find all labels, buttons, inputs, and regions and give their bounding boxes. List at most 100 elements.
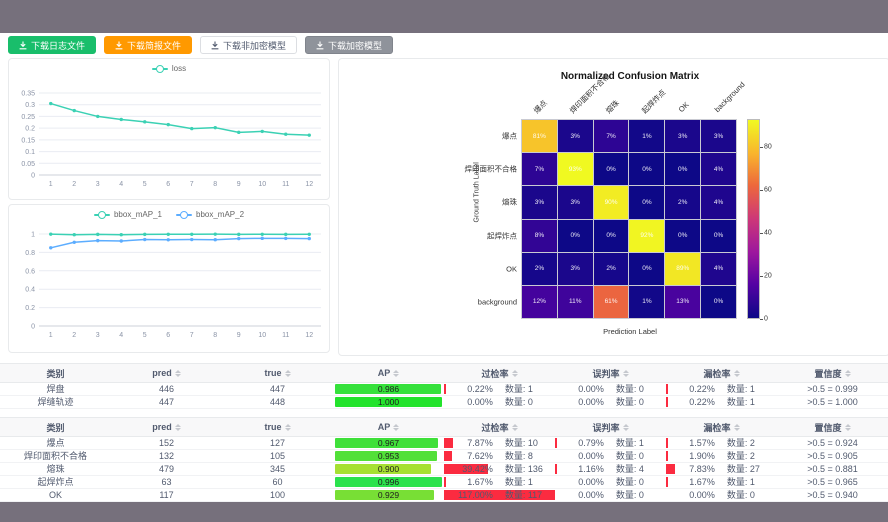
- svg-text:0.15: 0.15: [21, 137, 35, 144]
- cell-true: 345: [222, 463, 333, 475]
- svg-text:9: 9: [237, 181, 241, 188]
- svg-text:0.2: 0.2: [25, 126, 35, 133]
- sort-caret-icon[interactable]: [512, 370, 518, 377]
- matrix-cell: 0%: [665, 220, 700, 252]
- cell-true: 60: [222, 476, 333, 488]
- matrix-cell: 3%: [558, 253, 593, 285]
- column-header-过检率[interactable]: 过检率: [444, 418, 555, 436]
- line-series-icon: [152, 65, 168, 73]
- cell-ap: 0.900: [333, 463, 444, 475]
- sort-caret-icon[interactable]: [623, 370, 629, 377]
- cell-over-detection: 1.67%数量: 1: [444, 476, 555, 488]
- sort-caret-icon[interactable]: [734, 424, 740, 431]
- cell-miss-detection: 1.57%数量: 2: [666, 437, 777, 449]
- matrix-column-label: 爆点: [531, 98, 549, 116]
- column-header-误判率[interactable]: 误判率: [555, 364, 666, 382]
- cell-misjudge: 0.79%数量: 1: [555, 437, 666, 449]
- legend-item-bbox-map-2[interactable]: bbox_mAP_2: [176, 210, 244, 219]
- map-chart-legend: bbox_mAP_1 bbox_mAP_2: [9, 210, 329, 219]
- column-header-过检率[interactable]: 过检率: [444, 364, 555, 382]
- matrix-cell: 7%: [594, 120, 629, 152]
- svg-text:0: 0: [31, 324, 35, 331]
- colorbar-tick-label: 80: [764, 143, 772, 150]
- svg-text:0.4: 0.4: [25, 287, 35, 294]
- colorbar-tick-mark: [760, 319, 763, 320]
- sort-caret-icon[interactable]: [285, 370, 291, 377]
- cell-miss-detection: 1.90%数量: 2: [666, 450, 777, 462]
- colorbar: [747, 119, 760, 319]
- matrix-cell: 2%: [522, 253, 557, 285]
- column-header-漏检率[interactable]: 漏检率: [666, 364, 777, 382]
- svg-text:0.2: 0.2: [25, 305, 35, 312]
- colorbar-tick-label: 0: [764, 316, 768, 323]
- cell-pred: 117: [111, 489, 222, 501]
- column-header-true[interactable]: true: [222, 418, 333, 436]
- matrix-cell: 0%: [701, 286, 736, 318]
- svg-text:9: 9: [237, 332, 241, 339]
- sort-caret-icon[interactable]: [845, 370, 851, 377]
- sort-caret-icon[interactable]: [393, 424, 399, 431]
- table-row: 熔珠4793450.90039.42%数量: 1361.16%数量: 47.83…: [0, 463, 888, 476]
- svg-text:0.6: 0.6: [25, 268, 35, 275]
- column-header-pred[interactable]: pred: [111, 364, 222, 382]
- metrics-tables: 类别predtrueAP过检率误判率漏检率置信度焊盘4464470.9860.2…: [0, 363, 888, 502]
- svg-text:8: 8: [213, 332, 217, 339]
- matrix-cell: 1%: [629, 286, 664, 318]
- download-plain-model-button[interactable]: 下载非加密模型: [200, 36, 297, 54]
- sort-caret-icon[interactable]: [285, 424, 291, 431]
- table-header-row: 类别predtrueAP过检率误判率漏检率置信度: [0, 364, 888, 383]
- legend-item-loss[interactable]: loss: [152, 64, 186, 73]
- matrix-cell: 93%: [558, 153, 593, 185]
- sort-caret-icon[interactable]: [175, 370, 181, 377]
- svg-text:8: 8: [213, 181, 217, 188]
- svg-text:12: 12: [305, 332, 313, 339]
- column-header-置信度[interactable]: 置信度: [777, 418, 888, 436]
- download-log-button[interactable]: 下载日志文件: [8, 36, 96, 54]
- cell-over-detection: 39.42%数量: 136: [444, 463, 555, 475]
- matrix-row-label: background: [397, 298, 517, 307]
- matrix-cell: 0%: [629, 253, 664, 285]
- download-log-label: 下载日志文件: [31, 39, 85, 52]
- legend-item-bbox-map-1[interactable]: bbox_mAP_1: [94, 210, 162, 219]
- column-header-AP[interactable]: AP: [333, 418, 444, 436]
- column-header-pred[interactable]: pred: [111, 418, 222, 436]
- column-header-漏检率[interactable]: 漏检率: [666, 418, 777, 436]
- table-row: 焊缝轨迹4474481.0000.00%数量: 00.00%数量: 00.22%…: [0, 396, 888, 409]
- svg-text:12: 12: [305, 181, 313, 188]
- matrix-cell: 2%: [594, 253, 629, 285]
- sort-caret-icon[interactable]: [175, 424, 181, 431]
- matrix-column-label: 熔珠: [603, 98, 621, 116]
- matrix-cell: 4%: [701, 253, 736, 285]
- sort-caret-icon[interactable]: [512, 424, 518, 431]
- download-encrypted-model-button[interactable]: 下载加密模型: [305, 36, 393, 54]
- sort-caret-icon[interactable]: [734, 370, 740, 377]
- svg-text:11: 11: [282, 332, 289, 339]
- cell-confidence: >0.5 = 0.999: [777, 383, 888, 395]
- download-icon: [19, 41, 27, 50]
- download-report-button[interactable]: 下载简报文件: [104, 36, 192, 54]
- sort-caret-icon[interactable]: [623, 424, 629, 431]
- download-plain-model-label: 下载非加密模型: [223, 39, 286, 52]
- column-header-误判率[interactable]: 误判率: [555, 418, 666, 436]
- matrix-cell: 13%: [665, 286, 700, 318]
- svg-text:0.25: 0.25: [21, 114, 35, 121]
- matrix-cell: 0%: [558, 220, 593, 252]
- sort-caret-icon[interactable]: [393, 370, 399, 377]
- matrix-cell: 1%: [629, 120, 664, 152]
- column-header-AP[interactable]: AP: [333, 364, 444, 382]
- table-row: OK1171000.929117.00%数量: 1170.00%数量: 00.0…: [0, 489, 888, 502]
- svg-text:1: 1: [31, 232, 35, 239]
- svg-text:4: 4: [119, 332, 123, 339]
- sort-caret-icon[interactable]: [845, 424, 851, 431]
- cell-class: 起焊炸点: [0, 476, 111, 488]
- svg-text:5: 5: [143, 181, 147, 188]
- cell-pred: 152: [111, 437, 222, 449]
- svg-text:5: 5: [143, 332, 147, 339]
- column-header-置信度[interactable]: 置信度: [777, 364, 888, 382]
- table-row: 爆点1521270.9677.87%数量: 100.79%数量: 11.57%数…: [0, 437, 888, 450]
- cell-ap: 0.986: [333, 383, 444, 395]
- cell-miss-detection: 0.00%数量: 0: [666, 489, 777, 501]
- cell-miss-detection: 0.22%数量: 1: [666, 383, 777, 395]
- svg-text:7: 7: [190, 332, 194, 339]
- column-header-true[interactable]: true: [222, 364, 333, 382]
